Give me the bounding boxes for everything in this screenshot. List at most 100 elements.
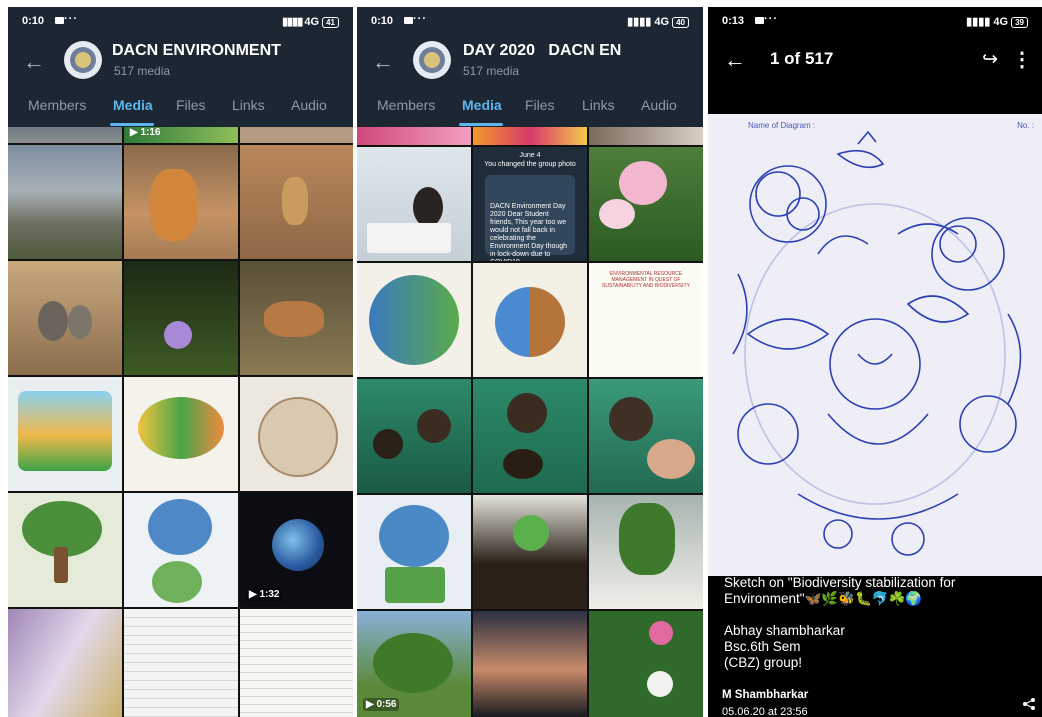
status-dots: ···: [64, 13, 78, 25]
media-thumb[interactable]: [357, 263, 471, 377]
media-thumb[interactable]: [589, 127, 703, 145]
network-label: 4G: [654, 16, 670, 28]
status-time: 0:10: [22, 15, 45, 27]
group-avatar[interactable]: [413, 41, 451, 79]
chat-header: ← DACN ENVIRONMENT 517 media: [8, 35, 353, 95]
back-arrow-icon[interactable]: ←: [372, 49, 394, 75]
media-thumb[interactable]: [240, 377, 353, 491]
media-thumb[interactable]: ▶ 1:32: [240, 493, 353, 607]
group-title: DAY 2020 DACN EN: [463, 42, 622, 59]
caption-line-3: Bsc.6th Sem: [724, 639, 801, 654]
battery-icon: 40: [672, 17, 689, 28]
status-bar: 0:13 ··· ▮▮▮▮ 4G 39: [708, 7, 1042, 35]
tab-audio[interactable]: Audio: [641, 97, 677, 113]
media-thumb[interactable]: [473, 611, 587, 717]
media-thumb[interactable]: [8, 493, 122, 607]
media-thumb[interactable]: June 4 You changed the group photo DACN E…: [473, 147, 587, 261]
tab-members[interactable]: Members: [28, 97, 86, 113]
media-thumb[interactable]: [589, 495, 703, 609]
status-dots: ···: [764, 13, 778, 25]
media-thumb[interactable]: [240, 145, 353, 259]
media-thumb[interactable]: [8, 609, 122, 717]
battery-icon: 41: [322, 17, 339, 28]
back-arrow-icon[interactable]: ←: [724, 47, 746, 73]
media-thumb[interactable]: [124, 377, 238, 491]
back-arrow-icon[interactable]: ←: [23, 49, 45, 75]
chat-header: ← DAY 2020 DACN EN 517 media: [357, 35, 703, 95]
tab-audio[interactable]: Audio: [291, 97, 327, 113]
media-thumb[interactable]: [124, 261, 238, 375]
media-tabs: Members Media Files Links Audio: [357, 95, 703, 127]
sent-date: 05.06.20 at 23:56: [722, 706, 808, 717]
status-time: 0:13: [722, 15, 745, 27]
media-thumb[interactable]: [357, 127, 471, 145]
media-thumb[interactable]: [473, 127, 587, 145]
caption-line-1: Sketch on "Biodiversity stabilization fo…: [724, 575, 956, 606]
tab-links[interactable]: Links: [232, 97, 265, 113]
media-thumb[interactable]: [8, 261, 122, 375]
message-icon: [55, 17, 64, 24]
chat-message: DACN Environment Day 2020 Dear Student f…: [485, 175, 575, 261]
signal-icon: ▮▮▮▮: [627, 16, 655, 28]
media-thumb[interactable]: [8, 377, 122, 491]
tab-media[interactable]: Media: [462, 97, 502, 113]
biodiversity-sketch: [732, 130, 1022, 556]
network-label: 4G: [993, 16, 1009, 28]
status-right: ▮▮▮▮ 4G 41: [282, 15, 339, 28]
active-tab-indicator: [459, 123, 503, 126]
network-label: 4G: [304, 16, 320, 28]
media-thumb[interactable]: [357, 147, 471, 261]
media-thumb[interactable]: [124, 493, 238, 607]
media-thumb[interactable]: [240, 127, 353, 143]
media-thumb[interactable]: [589, 379, 703, 493]
status-right: ▮▮▮▮ 4G 40: [627, 15, 689, 28]
media-count: 517 media: [114, 64, 171, 78]
media-thumb[interactable]: [124, 145, 238, 259]
media-thumb[interactable]: [473, 263, 587, 377]
tab-members[interactable]: Members: [377, 97, 435, 113]
media-thumb[interactable]: [8, 127, 122, 143]
media-thumb[interactable]: [124, 609, 238, 717]
media-thumb[interactable]: [473, 379, 587, 493]
group-title: DACN ENVIRONMENT: [112, 42, 281, 59]
media-thumb[interactable]: [589, 611, 703, 717]
tab-files[interactable]: Files: [176, 97, 206, 113]
media-thumb[interactable]: [240, 609, 353, 717]
video-duration: ▶ 1:16: [130, 127, 161, 138]
group-avatar[interactable]: [64, 41, 102, 79]
caption-line-4: (CBZ) group!: [724, 655, 803, 670]
media-thumb[interactable]: [473, 495, 587, 609]
media-thumb[interactable]: ▶ 1:16: [124, 127, 238, 143]
media-grid: ▶ 1:16 ▶ 1:32: [8, 127, 353, 717]
media-thumb[interactable]: [357, 379, 471, 493]
signal-icon: ▮▮▮▮: [282, 16, 305, 28]
battery-icon: 39: [1011, 17, 1028, 28]
media-count: 517 media: [463, 64, 520, 78]
video-duration: ▶ 1:32: [246, 588, 283, 601]
sketch-photo[interactable]: Name of Diagram : No. :: [708, 114, 1042, 576]
screen-media-gallery-2: 0:10 ··· ▮▮▮▮ 4G 40 ← DAY 2020 DACN EN 51…: [357, 7, 703, 717]
chat-thumb-header: June 4 You changed the group photo: [473, 151, 587, 169]
more-options-icon[interactable]: ⋮: [1012, 47, 1032, 72]
tab-media[interactable]: Media: [113, 97, 153, 113]
media-thumb[interactable]: ▶ 0:56: [357, 611, 471, 717]
media-thumb[interactable]: [357, 495, 471, 609]
media-counter: 1 of 517: [770, 49, 834, 68]
message-icon: [404, 17, 413, 24]
screen-media-gallery-1: 0:10 ··· ▮▮▮▮ 4G 41 ← DACN ENVIRONMENT 51…: [8, 7, 353, 717]
signal-icon: ▮▮▮▮: [966, 16, 994, 28]
tab-links[interactable]: Links: [582, 97, 615, 113]
status-right: ▮▮▮▮ 4G 39: [966, 15, 1028, 28]
media-thumb[interactable]: [589, 147, 703, 261]
share-icon[interactable]: [1022, 697, 1036, 711]
screen-photo-viewer: 0:13 ··· ▮▮▮▮ 4G 39 ← 1 of 517 ↪ ⋮ Name o…: [708, 7, 1042, 717]
forward-icon[interactable]: ↪: [982, 48, 998, 71]
media-thumb[interactable]: [8, 145, 122, 259]
media-thumb[interactable]: ENVIRONMENTAL RESOURCE MANAGEMENT IN QUE…: [589, 263, 703, 377]
chat-notice: You changed the group photo: [484, 161, 576, 168]
media-thumb[interactable]: [240, 261, 353, 375]
tab-files[interactable]: Files: [525, 97, 555, 113]
viewer-toolbar: ← 1 of 517 ↪ ⋮: [708, 35, 1042, 83]
status-time: 0:10: [371, 15, 394, 27]
caption-line-2: Abhay shambharkar: [724, 623, 845, 638]
